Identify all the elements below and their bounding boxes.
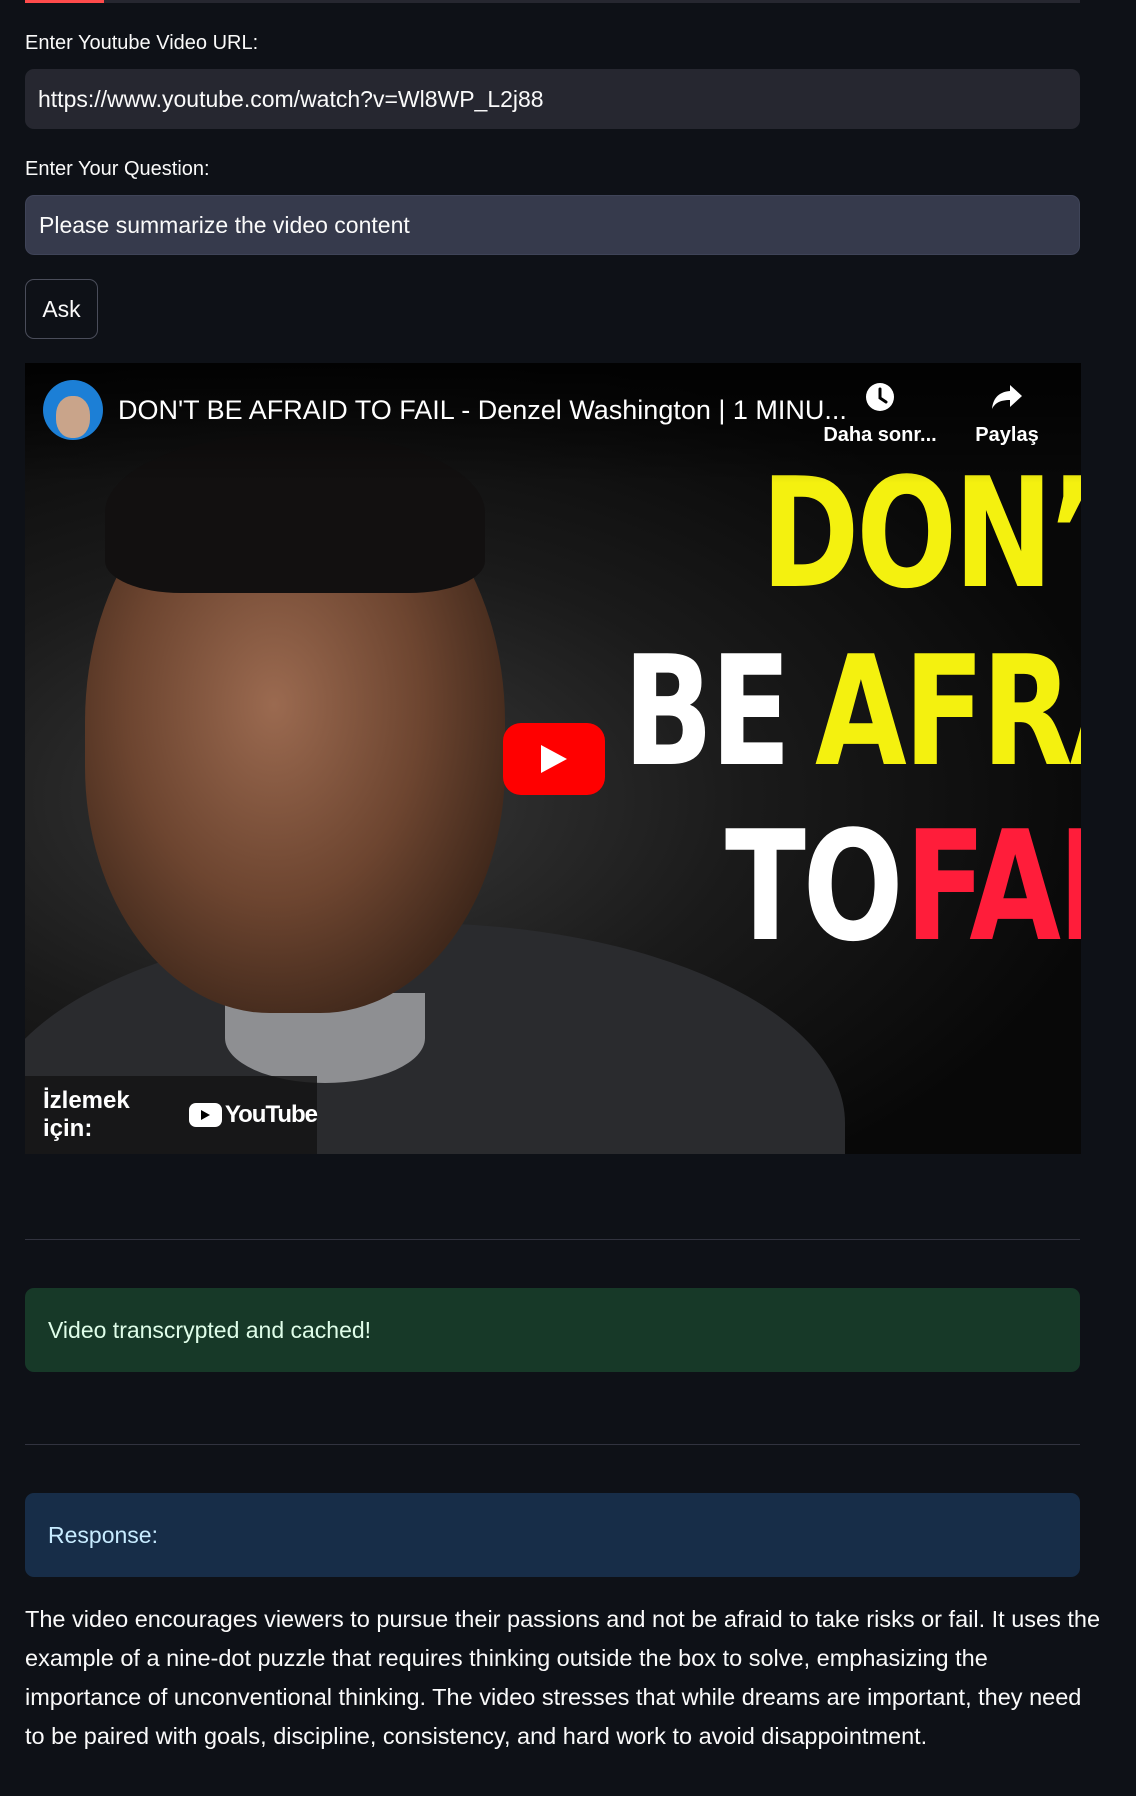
watch-later-label: Daha sonr...: [823, 424, 937, 446]
url-input[interactable]: https://www.youtube.com/watch?v=Wl8WP_L2…: [25, 69, 1080, 129]
thumbnail-text-line2b: AFRA: [815, 623, 1081, 800]
youtube-play-logo-icon: [188, 1103, 222, 1127]
progress-track: [25, 0, 1080, 3]
divider: [25, 1239, 1080, 1240]
question-input[interactable]: Please summarize the video content: [25, 195, 1080, 255]
success-message: Video transcrypted and cached!: [48, 1316, 372, 1343]
youtube-embed[interactable]: DON’T BE AFRA TO FAI DON'T BE AFRAID TO …: [25, 363, 1081, 1154]
thumbnail-text-line3b: FAI: [905, 798, 1081, 975]
share-button[interactable]: Paylaş: [947, 381, 1067, 447]
url-input-value: https://www.youtube.com/watch?v=Wl8WP_L2…: [38, 85, 544, 112]
thumbnail-text-line2a: BE: [623, 623, 791, 800]
play-button[interactable]: [503, 723, 605, 795]
play-icon: [541, 745, 567, 773]
app-page: Enter Youtube Video URL: https://www.you…: [0, 0, 1136, 1796]
response-info-alert: Response:: [25, 1493, 1080, 1577]
clock-icon: [866, 383, 894, 411]
youtube-logo: YouTube: [188, 1101, 318, 1129]
progress-bar: [25, 0, 104, 3]
watch-on-youtube-button[interactable]: İzlemek için: YouTube: [25, 1076, 318, 1154]
youtube-logo-text: YouTube: [224, 1101, 318, 1128]
question-input-value: Please summarize the video content: [39, 211, 410, 238]
url-label: Enter Youtube Video URL:: [25, 32, 259, 54]
avatar-face: [56, 396, 90, 438]
thumbnail-text-line3a: TO: [725, 798, 904, 975]
response-label: Response:: [48, 1521, 158, 1548]
success-alert: Video transcrypted and cached!: [25, 1288, 1080, 1372]
share-arrow-icon: [992, 385, 1022, 409]
response-text: The video encourages viewers to pursue t…: [25, 1606, 1101, 1749]
video-title[interactable]: DON'T BE AFRAID TO FAIL - Denzel Washing…: [118, 395, 847, 426]
channel-avatar[interactable]: [43, 380, 103, 440]
question-label: Enter Your Question:: [25, 158, 210, 180]
share-label: Paylaş: [975, 424, 1039, 446]
watch-on-label: İzlemek için:: [43, 1087, 130, 1142]
watch-later-button[interactable]: Daha sonr...: [820, 381, 940, 447]
ask-button[interactable]: Ask: [25, 279, 98, 339]
divider: [25, 1444, 1080, 1445]
